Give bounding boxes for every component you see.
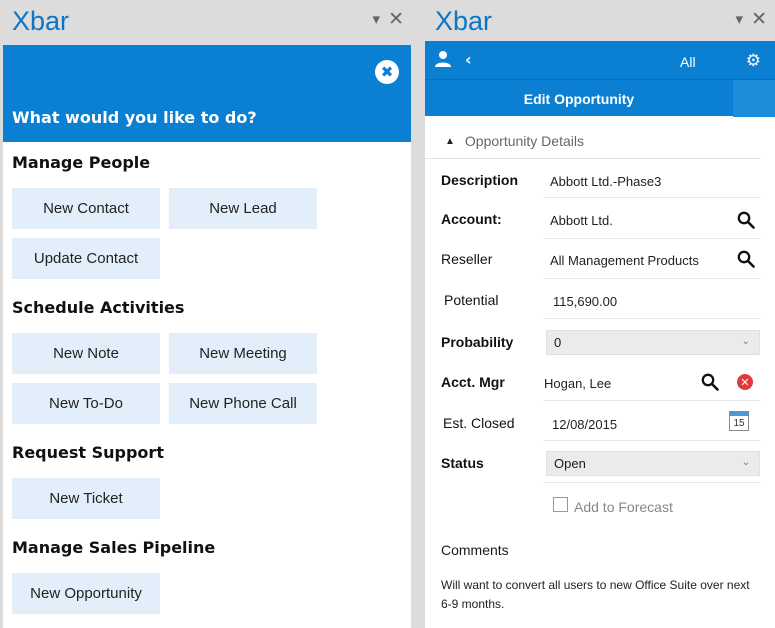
acct-mgr-value[interactable]: Hogan, Lee [544,376,611,391]
calendar-icon[interactable]: 15 [729,411,749,431]
est-closed-value[interactable]: 12/08/2015 [552,417,617,432]
search-icon[interactable] [737,250,755,268]
account-value[interactable]: Abbott Ltd. [550,213,613,228]
section-title-manage-people: Manage People [12,153,151,172]
probability-select[interactable]: 0 ⌄ [546,330,760,355]
search-icon[interactable] [737,211,755,229]
left-panel-header: ✖ What would you like to do? [3,45,411,142]
new-lead-button[interactable]: New Lead [169,188,317,229]
probability-label: Probability [441,334,514,350]
section-title-manage-sales-pipeline: Manage Sales Pipeline [12,538,216,557]
collapse-icon[interactable]: ▲ [445,136,455,147]
divider [543,197,761,198]
right-panel-body: ‹ All ⚙ Edit Opportunity ▲ Opportunity D… [425,41,775,628]
status-label: Status [441,455,484,471]
right-panel-title: Xbar [435,6,493,36]
tab-secondary[interactable] [733,80,775,117]
reseller-label: Reseller [441,251,493,267]
minimize-icon[interactable]: ▾ [373,10,381,28]
xbar-panel-actions: Xbar ▾ ✕ ✖ What would you like to do? Ma… [0,0,412,628]
potential-label: Potential [444,292,499,308]
chevron-down-icon: ⌄ [741,457,750,468]
chevron-down-icon: ⌄ [741,336,750,347]
comments-textarea[interactable]: Will want to convert all users to new Of… [441,576,761,614]
xbar-panel-opportunity: Xbar ▾ ✕ ‹ All ⚙ Edit Opportunity ▲ Oppo… [425,0,775,628]
new-to-do-button[interactable]: New To-Do [12,383,160,424]
update-contact-button[interactable]: Update Contact [12,238,160,279]
add-to-forecast-checkbox[interactable] [553,497,568,512]
prompt-heading: What would you like to do? [12,108,257,127]
new-note-button[interactable]: New Note [12,333,160,374]
tab-bar: Edit Opportunity [425,79,775,117]
probability-value: 0 [554,335,562,350]
section-title-schedule-activities: Schedule Activities [12,298,185,317]
comments-label: Comments [441,542,509,558]
new-ticket-button[interactable]: New Ticket [12,478,160,519]
account-label: Account: [441,211,502,227]
new-phone-call-button[interactable]: New Phone Call [169,383,317,424]
divider [543,400,761,401]
potential-value[interactable]: 115,690.00 [553,294,617,309]
acct-mgr-label: Acct. Mgr [441,374,505,390]
new-opportunity-button[interactable]: New Opportunity [12,573,160,614]
filter-all-label[interactable]: All [680,54,696,70]
opportunity-details-header[interactable]: ▲ Opportunity Details [445,133,584,149]
status-select[interactable]: Open ⌄ [546,451,760,476]
new-contact-button[interactable]: New Contact [12,188,160,229]
tab-edit-opportunity[interactable]: Edit Opportunity [425,80,733,117]
reseller-value[interactable]: All Management Products [550,253,699,268]
description-value[interactable]: Abbott Ltd.-Phase3 [550,174,661,189]
new-meeting-button[interactable]: New Meeting [169,333,317,374]
left-panel-body: ✖ What would you like to do? Manage Peop… [3,45,411,628]
divider [543,278,761,279]
close-icon[interactable]: ✕ [388,8,404,30]
back-icon[interactable]: ‹ [465,50,472,69]
left-panel-title: Xbar [12,6,70,36]
divider [543,482,761,483]
person-icon[interactable] [434,50,452,68]
right-window-controls: ▾ ✕ [736,8,767,30]
search-icon[interactable] [701,373,719,391]
close-icon[interactable]: ✕ [751,8,767,30]
minimize-icon[interactable]: ▾ [736,10,744,28]
divider [543,440,761,441]
divider [543,238,761,239]
divider [543,318,761,319]
description-label: Description [441,172,519,188]
gear-icon[interactable]: ⚙ [746,51,761,71]
left-window-controls: ▾ ✕ [373,8,404,30]
opportunity-details-label: Opportunity Details [464,133,584,149]
section-title-request-support: Request Support [12,443,164,462]
opportunity-toolbar: ‹ All ⚙ [425,41,775,79]
close-icon[interactable]: ✖ [375,60,399,84]
est-closed-label: Est. Closed [443,415,515,431]
clear-icon[interactable]: ✕ [737,374,753,390]
divider [425,158,761,159]
add-to-forecast-label[interactable]: Add to Forecast [574,499,673,515]
status-value: Open [554,456,586,471]
